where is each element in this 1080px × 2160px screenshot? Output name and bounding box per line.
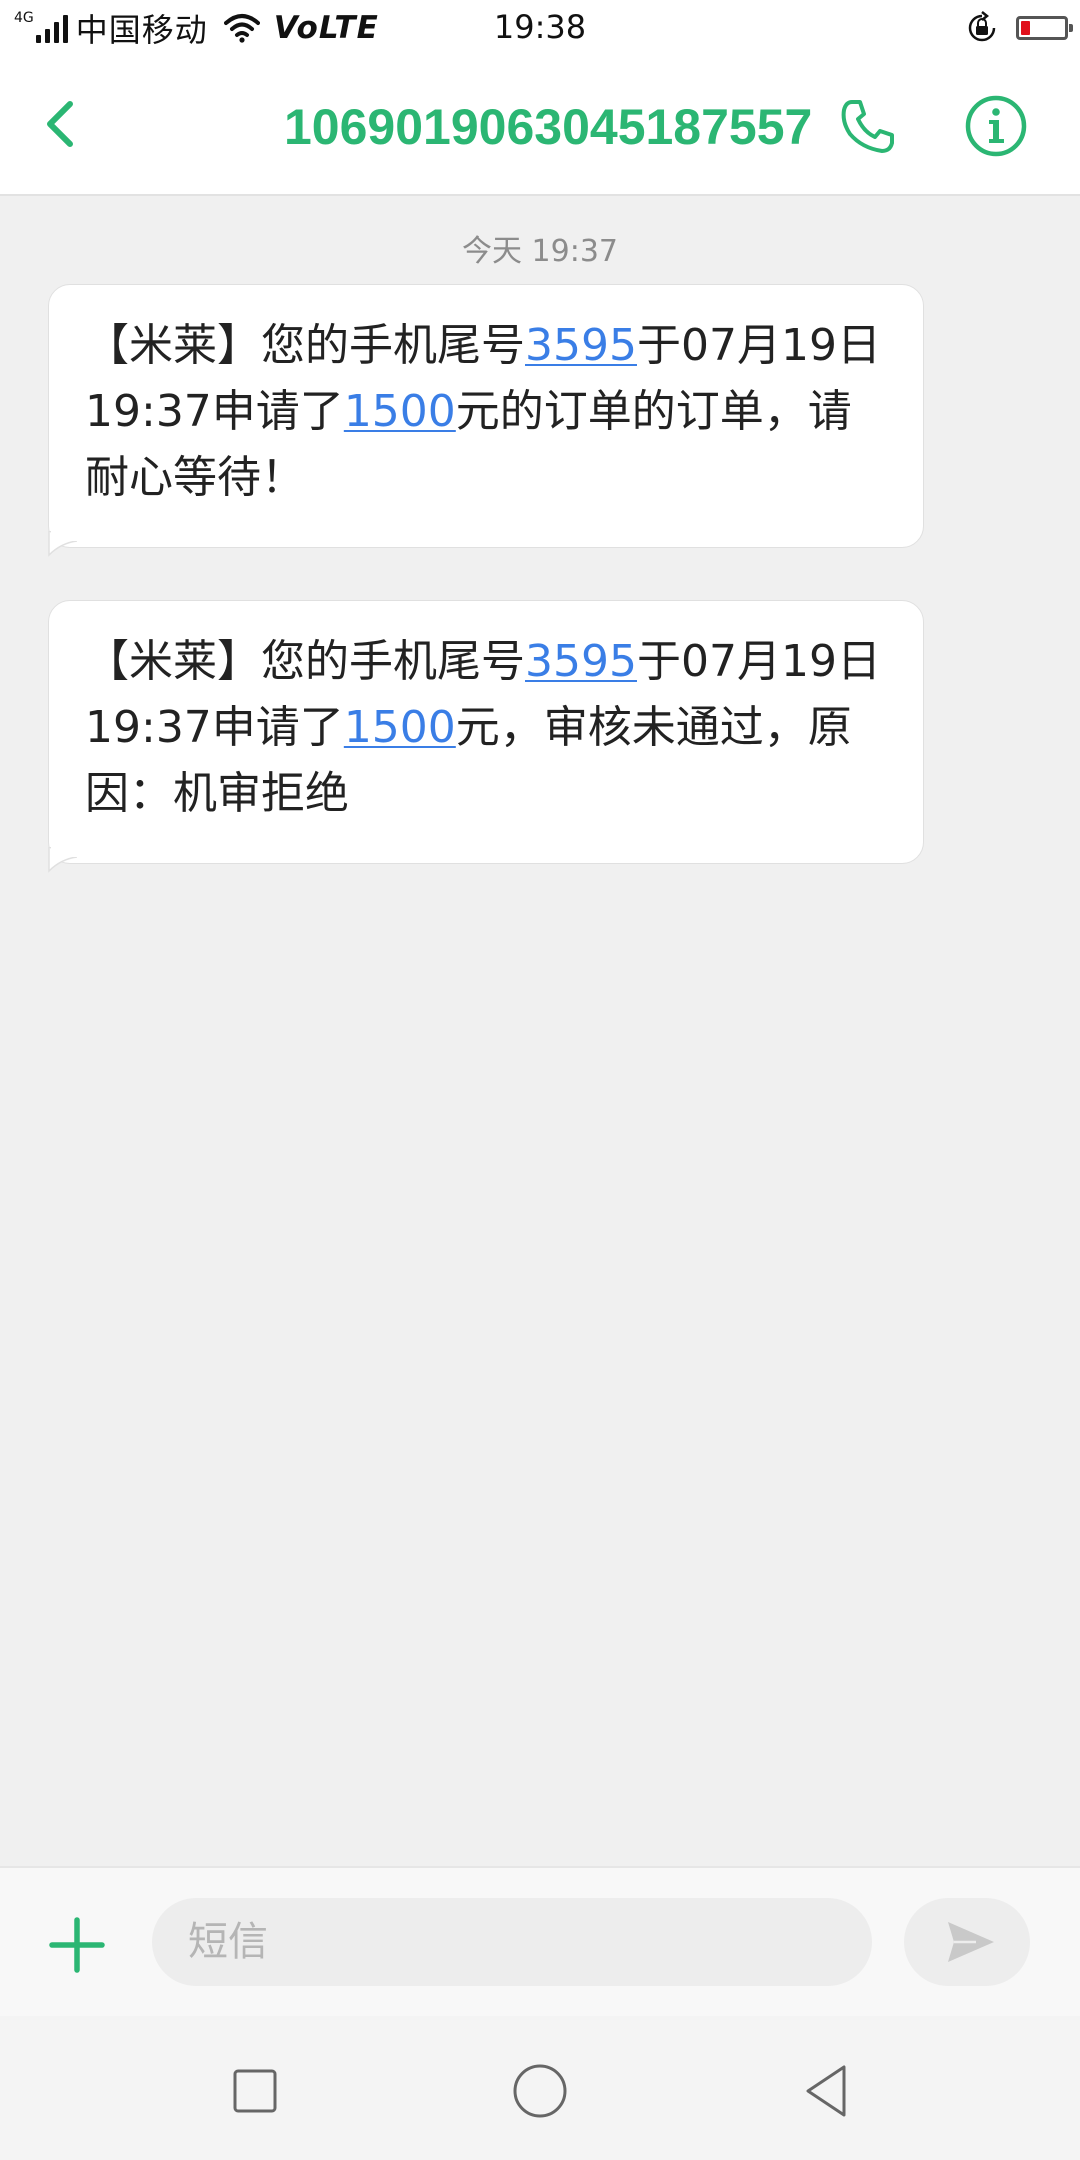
recent-apps-button[interactable]	[220, 2056, 290, 2126]
send-button[interactable]	[904, 1898, 1030, 1986]
triangle-back-icon	[806, 2065, 846, 2117]
home-button[interactable]	[505, 2056, 575, 2126]
amount-link[interactable]: 1500	[344, 386, 456, 437]
info-icon[interactable]	[964, 94, 1028, 158]
phone-tail-link[interactable]: 3595	[525, 320, 637, 371]
phone-tail-link[interactable]: 3595	[525, 636, 637, 687]
bubble-tail	[48, 531, 77, 557]
amount-link[interactable]: 1500	[344, 702, 456, 753]
battery-icon	[1016, 16, 1073, 40]
contact-number: 1069019063045187557	[284, 99, 813, 155]
message-thread[interactable]: 今天 19:37 【米莱】您的手机尾号3595于07月19日19:37申请了15…	[0, 196, 1080, 1866]
message-text: 【米莱】您的手机尾号3595于07月19日19:37申请了1500元，审核未通过…	[85, 636, 881, 819]
date-divider: 今天 19:37	[462, 234, 618, 269]
circle-icon	[513, 2064, 567, 2118]
system-nav-bar	[0, 2016, 1080, 2160]
message-bubble[interactable]: 【米莱】您的手机尾号3595于07月19日19:37申请了1500元的订单的订单…	[48, 284, 924, 557]
plus-icon[interactable]	[48, 1916, 106, 1974]
message-bubble[interactable]: 【米莱】您的手机尾号3595于07月19日19:37申请了1500元，审核未通过…	[48, 600, 924, 873]
phone-icon[interactable]	[838, 96, 898, 156]
status-right	[964, 8, 1073, 48]
chevron-left-icon[interactable]	[34, 96, 88, 152]
messaging-screen: 4G 中国移动 VoLTE 19:38 1069019063045187557 …	[0, 0, 1080, 2160]
status-time: 19:38	[493, 8, 587, 46]
send-icon	[948, 1922, 994, 1962]
status-bar: 4G 中国移动 VoLTE 19:38	[0, 0, 1080, 56]
back-button[interactable]	[792, 2056, 862, 2126]
battery-level	[1021, 21, 1030, 35]
message-segment: 【米莱】您的手机尾号	[85, 320, 525, 371]
square-icon	[233, 2069, 277, 2113]
conversation-header: 1069019063045187557	[0, 56, 1080, 196]
message-composer	[0, 1866, 1080, 2016]
bubble-tail	[48, 847, 77, 873]
message-input[interactable]	[152, 1898, 872, 1986]
message-segment: 【米莱】您的手机尾号	[85, 636, 525, 687]
rotation-lock-icon	[968, 11, 996, 42]
message-text: 【米莱】您的手机尾号3595于07月19日19:37申请了1500元的订单的订单…	[85, 320, 881, 503]
